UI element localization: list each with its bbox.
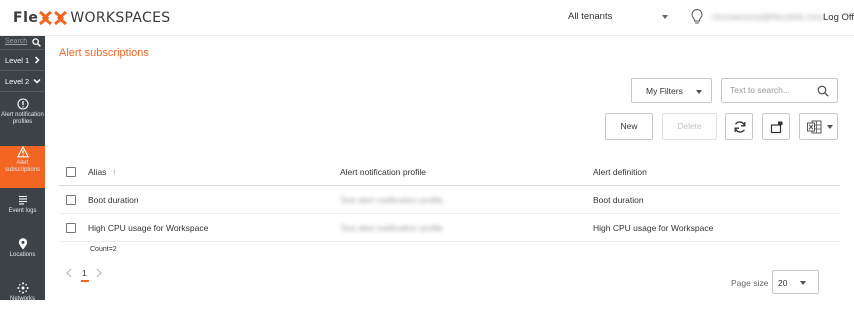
- table-header: Alias ↑ Alert notification profile Alert …: [59, 158, 840, 186]
- search-icon[interactable]: [817, 85, 829, 97]
- page-number-label: 1: [82, 268, 87, 278]
- my-filters-label: My Filters: [646, 86, 683, 96]
- subscriptions-table: Alias ↑ Alert notification profile Alert …: [59, 158, 840, 242]
- tenant-select-value: All tenants: [568, 11, 613, 22]
- chevron-down-icon: [33, 78, 41, 84]
- network-icon: [16, 282, 29, 294]
- sidebar-level-2[interactable]: Level 2: [0, 71, 45, 92]
- table-row[interactable]: Boot duration Test alert notification pr…: [59, 186, 840, 214]
- cell-alias[interactable]: Boot duration: [88, 195, 139, 205]
- export-button[interactable]: [762, 113, 790, 140]
- caret-down-icon: [800, 281, 806, 285]
- sidebar-item-alert-subscriptions[interactable]: Alert subscriptions: [0, 146, 45, 188]
- alert-circle-icon: [16, 98, 29, 110]
- sidebar-level-label: Level 1: [5, 56, 30, 65]
- caret-down-icon: [696, 90, 702, 94]
- excel-icon: [807, 120, 822, 134]
- sidebar-item-networks[interactable]: Networks: [0, 282, 45, 320]
- search-box: [721, 78, 838, 103]
- lightbulb-icon[interactable]: [690, 8, 704, 26]
- logo-suffix: WORKSPACES: [70, 10, 171, 26]
- sidebar-search-label: Search: [5, 38, 28, 45]
- list-icon: [18, 195, 27, 205]
- sidebar-search[interactable]: Search: [0, 36, 45, 50]
- main-content: Alert subscriptions My Filters New Delet…: [45, 36, 854, 300]
- delete-button[interactable]: Delete: [662, 113, 717, 140]
- chevron-right-icon: [34, 56, 40, 64]
- logo-xx-icon: [39, 10, 68, 26]
- page-title: Alert subscriptions: [59, 47, 149, 59]
- row-checkbox[interactable]: [66, 223, 76, 233]
- cell-definition: Boot duration: [593, 195, 644, 205]
- column-header-definition[interactable]: Alert definition: [593, 167, 647, 177]
- select-all-checkbox[interactable]: [66, 167, 76, 177]
- sidebar-level-1[interactable]: Level 1: [0, 50, 45, 71]
- next-page-icon[interactable]: [95, 268, 103, 278]
- row-checkbox[interactable]: [66, 195, 76, 205]
- logoff-link[interactable]: Log Off: [823, 12, 854, 23]
- new-button[interactable]: New: [605, 113, 653, 140]
- cell-definition: High CPU usage for Workspace: [593, 223, 714, 233]
- logo-prefix: Fle: [13, 10, 39, 26]
- sidebar-level-label: Level 2: [5, 77, 30, 86]
- sidebar-item-event-logs[interactable]: Event logs: [0, 194, 45, 232]
- search-input[interactable]: [730, 85, 810, 95]
- sidebar-item-alert-notification-profiles[interactable]: Alert notification profiles: [0, 98, 45, 140]
- export-icon: [770, 121, 783, 134]
- tenant-select[interactable]: All tenants: [568, 11, 670, 25]
- cell-alias[interactable]: High CPU usage for Workspace: [88, 223, 208, 233]
- column-header-label: Alias: [88, 167, 107, 177]
- cell-profile: Test alert notification profile: [340, 195, 443, 205]
- caret-down-icon: [827, 125, 833, 129]
- current-page-indicator: [81, 280, 89, 282]
- sidebar-item-label: Alert subscriptions: [4, 160, 40, 173]
- search-icon[interactable]: [32, 38, 41, 47]
- page-number-current[interactable]: 1: [81, 268, 89, 282]
- row-count: Count=2: [90, 246, 117, 253]
- my-filters-dropdown[interactable]: My Filters: [631, 78, 712, 103]
- table-row[interactable]: High CPU usage for Workspace Test alert …: [59, 214, 840, 242]
- excel-export-dropdown[interactable]: [799, 113, 838, 140]
- column-header-profile[interactable]: Alert notification profile: [340, 167, 426, 177]
- page-size-label: Page size: [731, 278, 769, 288]
- previous-page-icon[interactable]: [65, 268, 73, 278]
- page-size-value: 20: [778, 278, 788, 288]
- column-header-alias[interactable]: Alias ↑: [88, 167, 117, 177]
- caret-down-icon: [662, 15, 668, 19]
- page-size-select[interactable]: 20: [772, 270, 819, 294]
- cell-profile: Test alert notification profile: [340, 223, 443, 233]
- sidebar: Search Level 1 Level 2 Alert notificatio…: [0, 36, 45, 302]
- sidebar-item-locations[interactable]: Locations: [0, 238, 45, 276]
- map-pin-icon: [18, 238, 27, 250]
- sort-ascending-icon: ↑: [112, 167, 117, 177]
- user-email[interactable]: mrosaeound@flexxible.com: [712, 12, 823, 22]
- refresh-icon: [734, 121, 746, 133]
- flexxworkspaces-logo[interactable]: Fle WORKSPACES: [13, 10, 170, 26]
- refresh-button[interactable]: [725, 113, 753, 140]
- sidebar-item-label: Alert notification profiles: [1, 112, 44, 125]
- sidebar-item-label: Event logs: [8, 208, 37, 214]
- warning-triangle-icon: [16, 146, 29, 158]
- sidebar-item-label: Locations: [9, 252, 36, 258]
- top-header: Fle WORKSPACES All tenants mrosaeound@fl…: [0, 0, 854, 36]
